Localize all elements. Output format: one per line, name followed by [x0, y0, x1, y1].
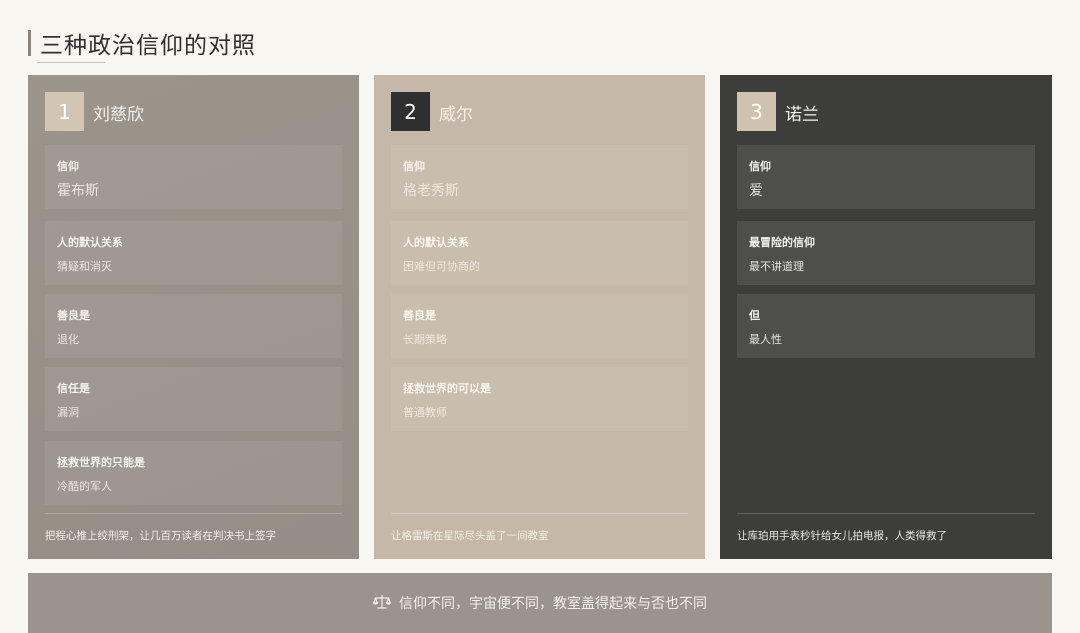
item-box: 人的默认关系 困难但可协商的	[391, 221, 688, 285]
belief-box: 信仰 格老秀斯	[391, 145, 688, 209]
item-value: 爱	[749, 183, 763, 199]
page-title: 三种政治信仰的对照	[40, 33, 256, 59]
item-label: 但	[749, 309, 760, 322]
conclusion-banner: 信仰不同，宇宙便不同，教室盖得起来与否也不同	[28, 573, 1052, 633]
item-value: 普通教师	[403, 406, 447, 419]
item-value: 长期策略	[403, 333, 447, 346]
card-name: 威尔	[439, 105, 473, 125]
item-label: 最冒险的信仰	[749, 236, 815, 249]
item-box: 善良是 退化	[45, 294, 342, 358]
card-footer: 把程心推上绞刑架，让几百万读者在判决书上签字	[45, 530, 276, 542]
item-label: 信仰	[57, 160, 79, 173]
card-number: 1	[45, 92, 84, 131]
card-name: 刘慈欣	[93, 105, 144, 125]
item-label: 信仰	[749, 160, 771, 173]
item-label: 善良是	[403, 309, 436, 322]
item-box: 拯救世界的可以是 普通教师	[391, 367, 688, 431]
banner-text: 信仰不同，宇宙便不同，教室盖得起来与否也不同	[399, 596, 707, 612]
item-box: 最冒险的信仰 最不讲道理	[737, 221, 1035, 285]
item-label: 善良是	[57, 309, 90, 322]
item-label: 人的默认关系	[403, 236, 469, 249]
title-underline	[37, 62, 105, 63]
card-number: 3	[737, 92, 776, 131]
banner-content: 信仰不同，宇宙便不同，教室盖得起来与否也不同	[28, 593, 1052, 614]
item-label: 信任是	[57, 382, 90, 395]
item-value: 退化	[57, 333, 79, 346]
item-box: 信任是 漏洞	[45, 367, 342, 431]
item-value: 冷酷的军人	[57, 480, 112, 493]
item-value: 猜疑和消灭	[57, 260, 112, 273]
card-footer: 让库珀用手表秒针给女儿拍电报，人类得救了	[737, 530, 947, 542]
item-value: 霍布斯	[57, 183, 99, 199]
card-divider	[391, 513, 688, 514]
title-accent-bar	[28, 30, 31, 56]
item-label: 拯救世界的只能是	[57, 456, 145, 469]
belief-box: 信仰 爱	[737, 145, 1035, 209]
card-footer: 让格雷斯在星际尽头盖了一间教室	[391, 530, 549, 542]
belief-box: 信仰 霍布斯	[45, 145, 342, 209]
card-liu-cixin: 1 刘慈欣 信仰 霍布斯 人的默认关系 猜疑和消灭 善良是 退化 信任是 漏洞 …	[28, 75, 359, 559]
item-value: 困难但可协商的	[403, 260, 480, 273]
item-box: 善良是 长期策略	[391, 294, 688, 358]
item-box: 人的默认关系 猜疑和消灭	[45, 221, 342, 285]
item-value: 最不讲道理	[749, 260, 804, 273]
item-value: 最人性	[749, 333, 782, 346]
item-value: 格老秀斯	[403, 183, 459, 199]
card-will: 2 威尔 信仰 格老秀斯 人的默认关系 困难但可协商的 善良是 长期策略 拯救世…	[374, 75, 705, 559]
item-value: 漏洞	[57, 406, 79, 419]
item-label: 人的默认关系	[57, 236, 123, 249]
card-nolan: 3 诺兰 信仰 爱 最冒险的信仰 最不讲道理 但 最人性 让库珀用手表秒针给女儿…	[720, 75, 1052, 559]
card-divider	[737, 513, 1035, 514]
scale-icon	[372, 594, 392, 614]
item-label: 拯救世界的可以是	[403, 382, 491, 395]
card-divider	[45, 513, 342, 514]
item-label: 信仰	[403, 160, 425, 173]
card-number: 2	[391, 92, 430, 131]
card-name: 诺兰	[785, 105, 819, 125]
item-box: 但 最人性	[737, 294, 1035, 358]
item-box: 拯救世界的只能是 冷酷的军人	[45, 441, 342, 505]
